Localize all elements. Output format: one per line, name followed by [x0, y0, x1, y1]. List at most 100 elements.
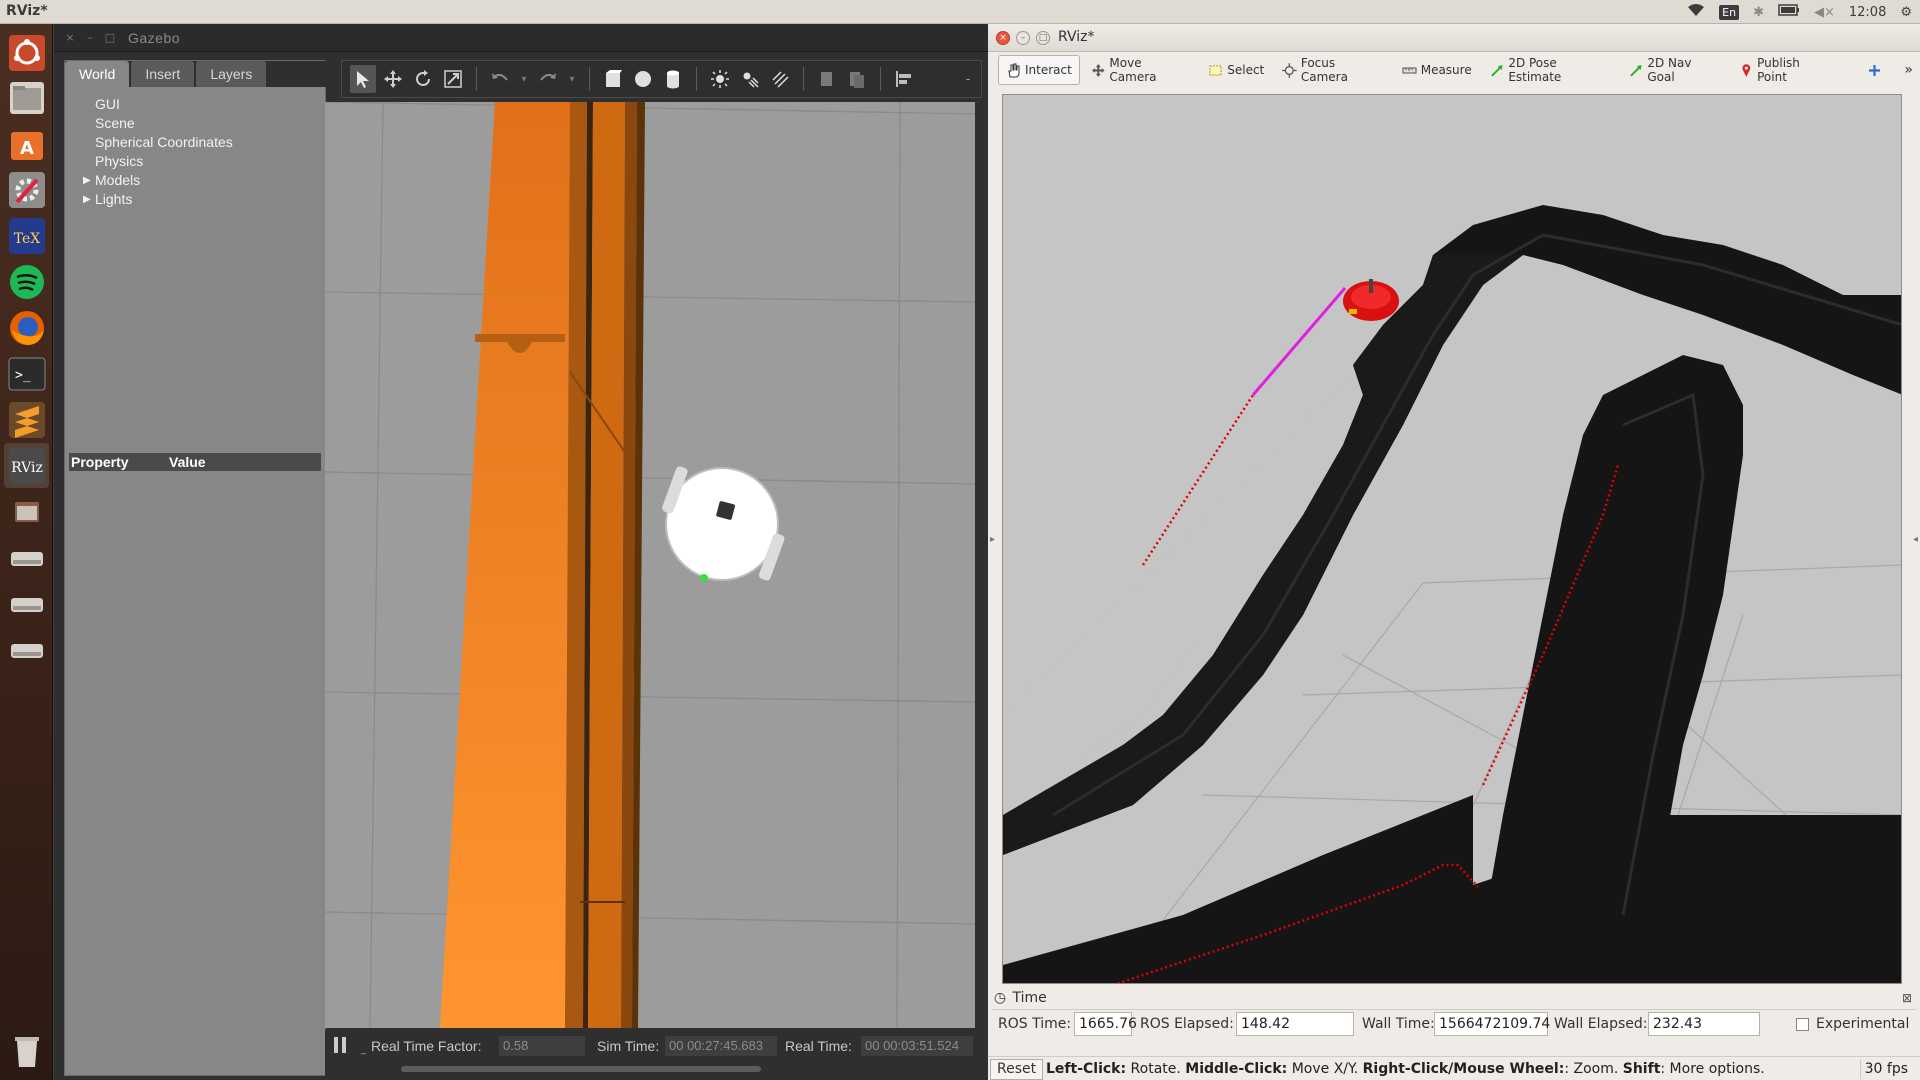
publish-point-tool-button[interactable]: Publish Point	[1732, 55, 1839, 85]
wall-elapsed-label: Wall Elapsed:	[1554, 1016, 1648, 1032]
reset-button[interactable]: Reset	[990, 1059, 1044, 1080]
drive-icon[interactable]	[4, 627, 49, 672]
rotate-icon	[416, 70, 430, 86]
expand-arrow-icon[interactable]: ▶	[83, 171, 91, 190]
ruler-icon	[1402, 67, 1417, 73]
wall-elapsed-field[interactable]: 232.43	[1648, 1012, 1760, 1036]
svg-text:TeX: TeX	[13, 231, 40, 247]
close-panel-icon[interactable]: ⊠	[1902, 991, 1912, 1005]
horizontal-scrollbar[interactable]	[401, 1066, 761, 1072]
point-light-button[interactable]	[707, 65, 733, 93]
wifi-icon[interactable]	[1687, 3, 1705, 21]
svg-text:>_: >_	[15, 368, 31, 383]
trash-icon[interactable]	[4, 1028, 49, 1073]
drive-icon[interactable]	[4, 535, 49, 580]
pause-button[interactable]	[333, 1036, 347, 1054]
gazebo-titlebar[interactable]: × – □ Gazebo	[54, 24, 988, 52]
wall-time-field[interactable]: 1566472109.74	[1434, 1012, 1550, 1036]
2d-pose-estimate-tool-button[interactable]: 2D Pose Estimate	[1483, 55, 1618, 85]
add-tool-button[interactable]	[1860, 55, 1889, 85]
bluetooth-icon[interactable]: ✱	[1753, 5, 1764, 20]
tree-item-lights[interactable]: ▶ Lights	[83, 190, 233, 209]
gazebo-3d-viewport[interactable]	[325, 102, 975, 1028]
gear-icon[interactable]: ⚙	[1900, 5, 1912, 20]
close-icon[interactable]: ×	[996, 31, 1010, 45]
files-icon[interactable]	[4, 75, 49, 120]
sphere-shape-button[interactable]	[630, 65, 656, 93]
window-icon[interactable]	[4, 489, 49, 534]
ros-time-field[interactable]: 1665.76	[1074, 1012, 1137, 1036]
keyboard-language-indicator[interactable]: En	[1719, 4, 1740, 20]
hint-middle-click: Middle-Click:	[1185, 1061, 1288, 1077]
point-light-icon	[711, 70, 729, 88]
interact-tool-button[interactable]: Interact	[998, 55, 1080, 85]
tree-item-spherical-coordinates[interactable]: Spherical Coordinates	[83, 133, 233, 152]
focus-icon	[1282, 62, 1297, 78]
measure-tool-button[interactable]: Measure	[1395, 55, 1479, 85]
sim-time-label: Sim Time:	[597, 1038, 660, 1054]
tree-item-models[interactable]: ▶ Models	[83, 171, 233, 190]
minimize-icon[interactable]: –	[1016, 31, 1030, 45]
tab-world[interactable]: World	[65, 61, 130, 87]
rviz-icon[interactable]: RViz	[4, 443, 49, 488]
collapse-right-icon[interactable]: ◂	[1913, 534, 1918, 545]
pin-icon	[1741, 63, 1750, 77]
rotate-mode-button[interactable]	[410, 65, 436, 93]
ubuntu-dash-icon[interactable]	[4, 30, 49, 75]
software-center-icon[interactable]: A	[4, 121, 49, 166]
maximize-icon[interactable]: □	[1036, 31, 1050, 45]
tool-label: Measure	[1420, 63, 1472, 77]
undo-history-button[interactable]: ▾	[517, 65, 531, 93]
collapse-left-icon[interactable]: ▸	[990, 534, 995, 545]
paste-button[interactable]	[844, 65, 870, 93]
cylinder-shape-button[interactable]	[660, 65, 686, 93]
system-settings-icon[interactable]	[4, 167, 49, 212]
expand-arrow-icon[interactable]: ▶	[83, 190, 91, 209]
toolbar-overflow-button[interactable]: »	[1897, 55, 1920, 85]
directional-light-icon	[772, 71, 789, 88]
box-shape-button[interactable]	[600, 65, 626, 93]
tab-insert[interactable]: Insert	[131, 61, 195, 87]
ros-elapsed-field[interactable]: 148.42	[1236, 1012, 1354, 1036]
redo-button[interactable]	[535, 65, 561, 93]
gazebo-status-bar: _ Real Time Factor: 0.58 Sim Time: 00 00…	[325, 1030, 987, 1076]
2d-nav-goal-tool-button[interactable]: 2D Nav Goal	[1622, 55, 1728, 85]
toolbar-overflow-button[interactable]: -	[955, 65, 981, 93]
scale-mode-button[interactable]	[440, 65, 466, 93]
drive-icon[interactable]	[4, 581, 49, 626]
spot-light-button[interactable]	[737, 65, 763, 93]
property-column-header[interactable]: Property	[71, 453, 129, 471]
value-column-header[interactable]: Value	[169, 453, 206, 471]
rviz-titlebar[interactable]: × – □ RViz*	[988, 24, 1920, 52]
hand-icon	[1008, 63, 1020, 77]
maximize-icon[interactable]: □	[104, 32, 116, 44]
sublime-icon[interactable]	[4, 397, 49, 442]
select-mode-button[interactable]	[350, 65, 376, 93]
spotify-icon[interactable]	[4, 259, 49, 304]
battery-icon[interactable]	[1778, 4, 1800, 20]
select-tool-button[interactable]: Select	[1201, 55, 1271, 85]
step-button[interactable]: _	[361, 1044, 366, 1055]
align-button[interactable]	[891, 65, 917, 93]
copy-button[interactable]	[814, 65, 840, 93]
tree-item-gui[interactable]: GUI	[83, 95, 233, 114]
volume-muted-icon[interactable]: ◀×	[1814, 5, 1835, 20]
experimental-checkbox[interactable]	[1796, 1018, 1809, 1031]
close-icon[interactable]: ×	[64, 32, 76, 44]
clock[interactable]: 12:08	[1849, 5, 1886, 20]
redo-history-button[interactable]: ▾	[565, 65, 579, 93]
minimize-icon[interactable]: –	[84, 32, 96, 44]
texmaker-icon[interactable]: TeX	[4, 213, 49, 258]
undo-button[interactable]	[487, 65, 513, 93]
focus-camera-tool-button[interactable]: Focus Camera	[1275, 55, 1390, 85]
tree-item-scene[interactable]: Scene	[83, 114, 233, 133]
tool-label: 2D Nav Goal	[1647, 56, 1692, 84]
rviz-3d-viewport[interactable]	[1002, 94, 1902, 984]
tree-item-physics[interactable]: Physics	[83, 152, 233, 171]
terminal-icon[interactable]: >_	[4, 351, 49, 396]
firefox-icon[interactable]	[4, 305, 49, 350]
tab-layers[interactable]: Layers	[196, 61, 267, 87]
directional-light-button[interactable]	[767, 65, 793, 93]
move-camera-tool-button[interactable]: Move Camera	[1084, 55, 1197, 85]
translate-mode-button[interactable]	[380, 65, 406, 93]
